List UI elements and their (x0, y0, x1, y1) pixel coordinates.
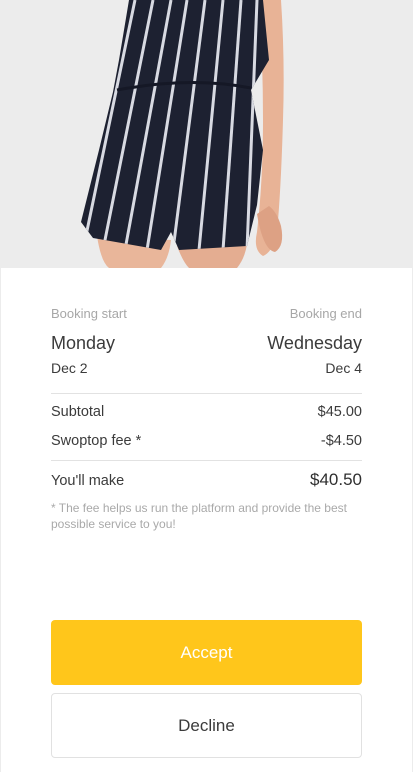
accept-button[interactable]: Accept (51, 620, 362, 685)
booking-dates-row: Dec 2 Dec 4 (51, 360, 362, 376)
booking-end-day: Wednesday (267, 333, 362, 353)
booking-start-date: Dec 2 (51, 360, 88, 376)
booking-details: Booking start Booking end Monday Wednesd… (51, 306, 362, 532)
product-photo (1, 0, 412, 268)
fee-label: Swoptop fee * (51, 433, 142, 449)
booking-start-label: Booking start (51, 306, 127, 321)
booking-start-day: Monday (51, 333, 116, 353)
divider (51, 460, 362, 461)
booking-request-screen: Booking start Booking end Monday Wednesd… (0, 0, 413, 772)
romper-illustration (1, 0, 412, 268)
booking-end-date: Dec 4 (325, 360, 362, 376)
subtotal-row: Subtotal $45.00 (51, 404, 362, 420)
fee-row: Swoptop fee * -$4.50 (51, 433, 362, 449)
booking-days-row: Monday Wednesday (51, 333, 362, 354)
fee-value: -$4.50 (320, 433, 362, 449)
total-label: You'll make (51, 473, 125, 489)
booking-end-label: Booking end (289, 306, 362, 321)
divider (51, 393, 362, 394)
subtotal-value: $45.00 (317, 404, 362, 420)
total-value: $40.50 (310, 470, 362, 489)
total-row: You'll make $40.50 (51, 470, 362, 490)
subtotal-label: Subtotal (51, 404, 105, 420)
booking-labels-row: Booking start Booking end (51, 306, 362, 321)
fee-note: * The fee helps us run the platform and … (51, 501, 347, 531)
decline-button[interactable]: Decline (51, 693, 362, 758)
